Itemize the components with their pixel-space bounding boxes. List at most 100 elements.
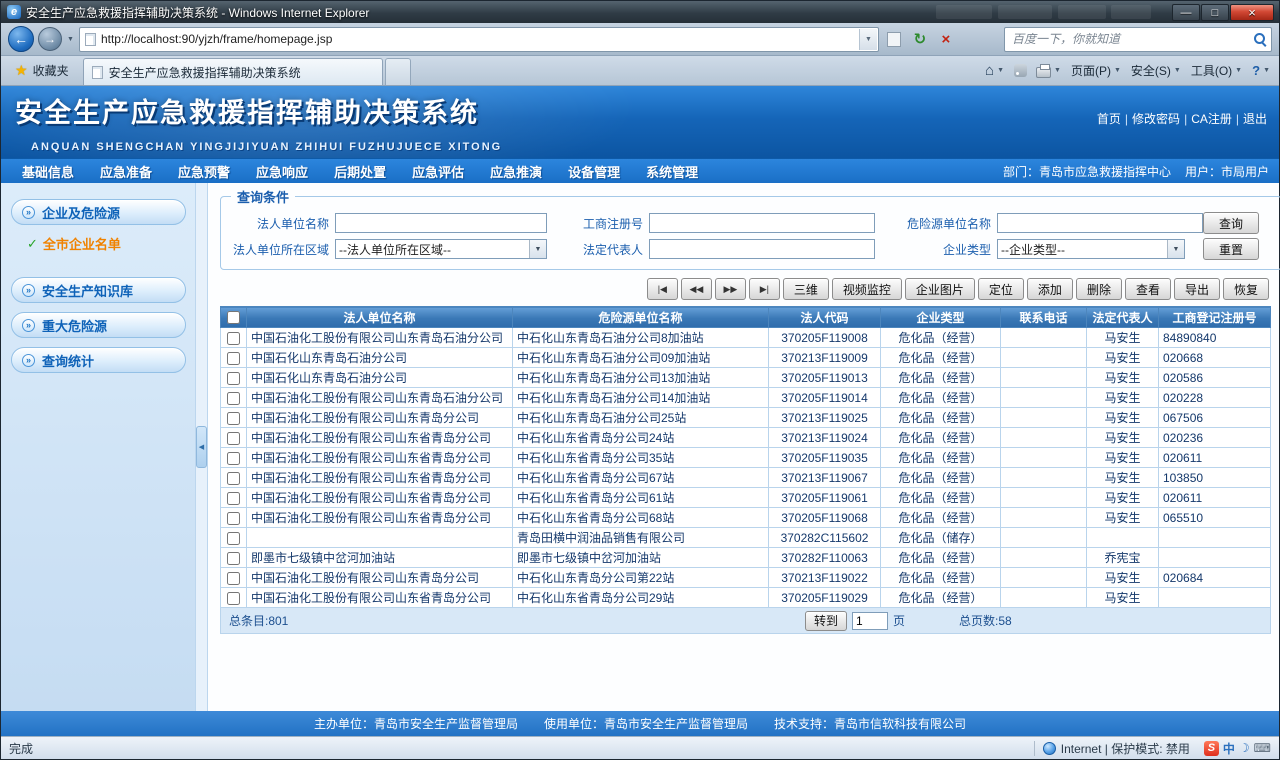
search-button[interactable]: 查询 (1203, 212, 1259, 234)
sidebar-group-button[interactable]: » 查询统计 (11, 347, 186, 373)
table-cell: 危化品（经营） (880, 567, 1001, 588)
row-checkbox[interactable] (227, 491, 240, 505)
banner-link[interactable]: 修改密码 (1132, 110, 1180, 127)
page-menu[interactable]: 页面(P) ▼ (1071, 62, 1122, 79)
row-checkbox[interactable] (227, 371, 240, 385)
toolbar-button[interactable]: 添加 (1026, 278, 1073, 300)
sogou-icon[interactable]: S (1203, 740, 1219, 756)
banner-link[interactable]: 退出 (1243, 110, 1267, 127)
menu-item[interactable]: 应急推演 (477, 162, 555, 181)
row-checkbox[interactable] (227, 471, 240, 485)
sidebar-item-city-enterprise-list[interactable]: ✓ 全市企业名单 (27, 234, 186, 253)
forward-button[interactable]: → (38, 27, 62, 51)
table-cell: 青岛田横中润油品销售有限公司 (512, 527, 769, 548)
toolbar-button[interactable]: 恢复 (1222, 278, 1269, 300)
address-dropdown[interactable]: ▼ (858, 28, 877, 50)
pager-button[interactable]: |◀ (646, 278, 678, 300)
close-button[interactable]: × (1230, 4, 1274, 21)
row-checkbox[interactable] (227, 351, 240, 365)
goto-page-button[interactable]: 转到 (805, 610, 848, 631)
sidebar-item-enterprise-hazard[interactable]: » 企业及危险源 (11, 199, 186, 225)
legal-rep-input[interactable] (649, 239, 875, 259)
banner-link[interactable]: CA注册 (1191, 110, 1232, 127)
search-box[interactable] (1004, 26, 1272, 52)
reset-button[interactable]: 重置 (1203, 238, 1259, 260)
print-button[interactable]: ▼ (1036, 63, 1062, 78)
select-all-checkbox[interactable] (227, 311, 240, 325)
banner-link[interactable]: 首页 (1097, 110, 1121, 127)
ime-keyboard-icon[interactable]: ⌨ (1254, 741, 1271, 755)
menu-item[interactable]: 应急响应 (243, 162, 321, 181)
toolbar-button[interactable]: 三维 (782, 278, 829, 300)
row-checkbox[interactable] (227, 591, 240, 605)
pager-button[interactable]: ▶| (748, 278, 780, 300)
toolbar-button[interactable]: 导出 (1173, 278, 1220, 300)
compatibility-view-button[interactable] (883, 27, 905, 51)
region-label: 法人单位所在区域 (232, 242, 329, 257)
row-checkbox[interactable] (227, 571, 240, 585)
menu-item[interactable]: 应急评估 (399, 162, 477, 181)
row-checkbox[interactable] (227, 431, 240, 445)
row-checkbox[interactable] (227, 411, 240, 425)
toolbar-button[interactable]: 视频监控 (831, 278, 902, 300)
column-header[interactable]: 法人单位名称 (246, 306, 513, 328)
menu-item[interactable]: 基础信息 (9, 162, 87, 181)
toolbar-button[interactable]: 企业图片 (904, 278, 975, 300)
menu-item[interactable]: 应急预警 (165, 162, 243, 181)
sidebar-collapse-button[interactable]: ◀ (196, 425, 207, 468)
column-header[interactable]: 企业类型 (880, 306, 1001, 328)
column-header[interactable]: 危险源单位名称 (512, 306, 769, 328)
new-tab-stub[interactable] (384, 58, 411, 85)
tools-menu[interactable]: 工具(O) ▼ (1191, 62, 1243, 79)
row-checkbox[interactable] (227, 331, 240, 345)
column-header[interactable]: 法人代码 (768, 306, 881, 328)
back-button[interactable]: ← (8, 26, 34, 52)
refresh-button[interactable]: ↻ (909, 27, 931, 51)
browser-tab[interactable]: 安全生产应急救援指挥辅助决策系统 (82, 58, 383, 85)
home-button[interactable]: ⌂ ▼ (985, 62, 1005, 79)
menu-item[interactable]: 后期处置 (321, 162, 399, 181)
business-reg-no-input[interactable] (649, 213, 875, 233)
address-bar[interactable]: ▼ (78, 26, 879, 52)
safety-menu[interactable]: 安全(S) ▼ (1131, 62, 1182, 79)
menu-item[interactable]: 应急准备 (87, 162, 165, 181)
row-checkbox[interactable] (227, 451, 240, 465)
pager-button[interactable]: ▶▶ (714, 278, 746, 300)
ime-skin-icon[interactable]: ☽ (1239, 741, 1250, 755)
sidebar-group-button[interactable]: » 安全生产知识库 (11, 277, 186, 303)
goto-page-input[interactable] (852, 611, 889, 630)
hazard-name-input[interactable] (997, 213, 1203, 233)
column-header[interactable]: 联系电话 (1000, 306, 1087, 328)
enterprise-type-select[interactable]: --企业类型-- ▼ (997, 239, 1185, 259)
address-input[interactable] (100, 32, 859, 46)
maximize-button[interactable]: □ (1201, 4, 1229, 21)
ime-chinese-mode-icon[interactable]: 中 (1223, 740, 1235, 757)
search-input[interactable] (1012, 32, 1254, 46)
stop-button[interactable]: × (935, 27, 957, 51)
help-menu[interactable]: ? ▼ (1252, 63, 1271, 78)
table-cell (1158, 527, 1271, 548)
table-cell: 020611 (1158, 487, 1271, 508)
menu-item[interactable]: 系统管理 (633, 162, 711, 181)
row-checkbox[interactable] (227, 511, 240, 525)
favorites-button[interactable]: ★ 收藏夹 (9, 59, 75, 83)
row-checkbox[interactable] (227, 531, 240, 545)
minimize-button[interactable]: — (1172, 4, 1200, 21)
toolbar-button[interactable]: 定位 (977, 278, 1024, 300)
menu-item[interactable]: 设备管理 (555, 162, 633, 181)
pager-button[interactable]: ◀◀ (680, 278, 712, 300)
column-header[interactable]: 工商登记注册号 (1158, 306, 1271, 328)
toolbar-button[interactable]: 删除 (1075, 278, 1122, 300)
region-select[interactable]: --法人单位所在区域-- ▼ (335, 239, 547, 259)
history-dropdown[interactable]: ▼ (66, 36, 75, 43)
sidebar-group-button[interactable]: » 重大危险源 (11, 312, 186, 338)
table-cell: 020586 (1158, 367, 1271, 388)
feed-icon[interactable] (1014, 64, 1028, 77)
column-header[interactable]: 法定代表人 (1086, 306, 1159, 328)
legal-name-input[interactable] (335, 213, 547, 233)
toolbar-button[interactable]: 查看 (1124, 278, 1171, 300)
table-cell: 中国石油化工股份有限公司山东青岛分公司 (246, 407, 513, 428)
row-checkbox[interactable] (227, 391, 240, 405)
search-icon[interactable] (1254, 32, 1267, 46)
row-checkbox[interactable] (227, 551, 240, 565)
